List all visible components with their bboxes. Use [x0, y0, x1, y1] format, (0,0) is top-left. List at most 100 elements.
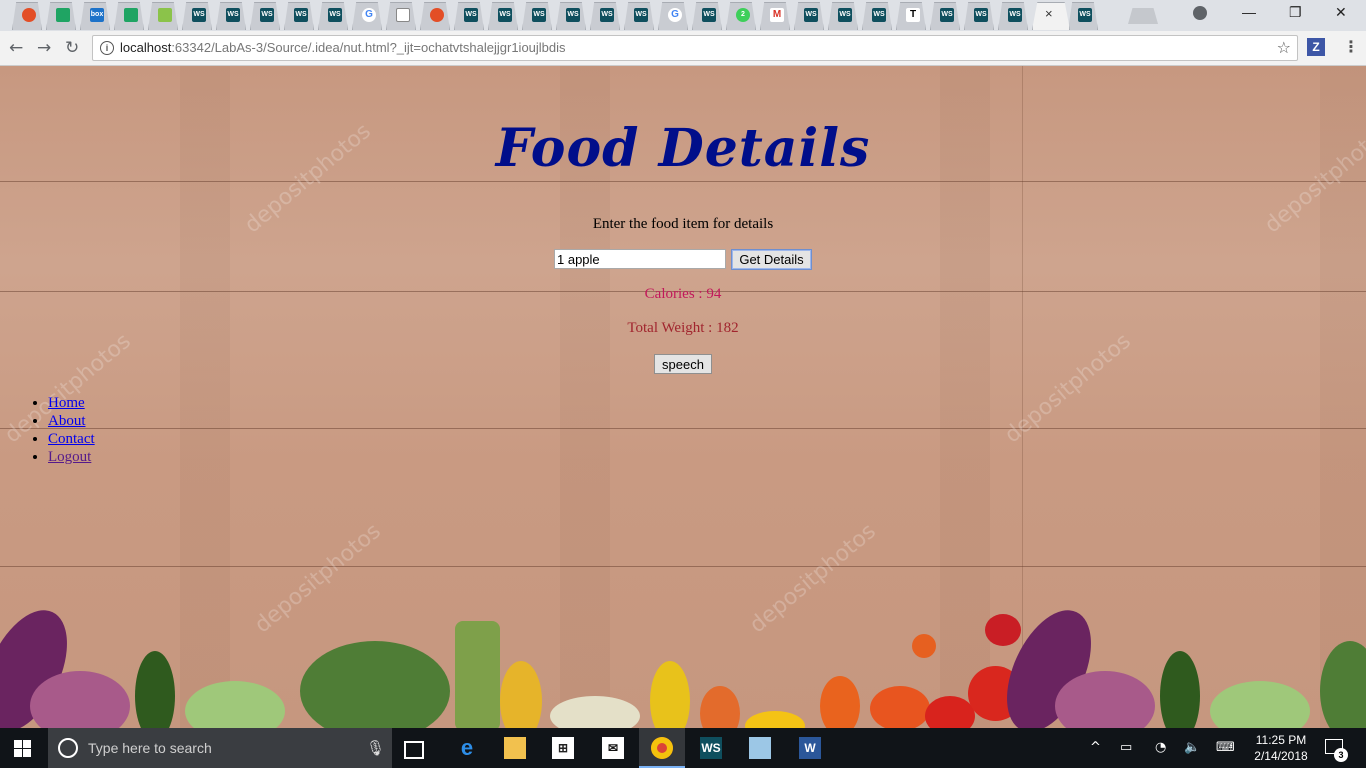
page-title: Food Details [495, 118, 871, 179]
browser-tab[interactable]: WS [454, 2, 484, 30]
url-host: localhost [120, 40, 172, 55]
browser-tab[interactable]: WS [930, 2, 960, 30]
mail-icon[interactable]: ✉ [602, 737, 624, 759]
browser-tab[interactable]: WS [828, 2, 858, 30]
ws-favicon-icon: WS [702, 8, 716, 22]
clock[interactable]: 11:25 PM 2/14/2018 [1246, 732, 1316, 764]
radicchio-shape [1055, 671, 1155, 728]
url-text[interactable]: localhost:63342/LabAs-3/Source/.idea/nut… [120, 40, 566, 55]
red-circle-favicon-icon [22, 8, 36, 22]
tab-close-icon[interactable]: × [1045, 6, 1053, 21]
forward-icon[interactable]: → [37, 38, 51, 58]
google-favicon-icon: G [668, 8, 682, 22]
keyboard-icon[interactable]: ⌨ [1216, 740, 1235, 755]
file-explorer-icon[interactable] [504, 737, 526, 759]
volume-muted-icon[interactable]: 🔈 [1184, 740, 1200, 755]
browser-tab[interactable]: T [896, 2, 926, 30]
tray-up-arrow-icon[interactable]: ^ [1090, 740, 1101, 755]
back-icon[interactable]: ← [9, 38, 23, 58]
page-viewport: depositphotos depositphotos depositphoto… [0, 66, 1366, 728]
browser-tab[interactable]: WS [488, 2, 518, 30]
contact-link[interactable]: Contact [48, 431, 95, 447]
browser-tab[interactable]: WS [182, 2, 212, 30]
url-path: :63342/LabAs-3/Source/.idea/nut.html?_ij… [171, 40, 566, 55]
ws-favicon-icon: WS [192, 8, 206, 22]
logout-link[interactable]: Logout [48, 449, 91, 465]
chrome-icon[interactable] [651, 737, 673, 759]
store-icon[interactable]: ⊞ [552, 737, 574, 759]
browser-tab[interactable] [420, 2, 450, 30]
speech-button[interactable]: speech [654, 354, 712, 374]
wifi-icon[interactable]: ◔ [1155, 740, 1166, 755]
squash-shape [650, 661, 690, 728]
browser-tab[interactable]: WS [998, 2, 1028, 30]
green-favicon-icon: 2 [736, 8, 750, 22]
close-window-icon[interactable]: ✕ [1335, 4, 1347, 21]
browser-tab[interactable]: WS [556, 2, 586, 30]
app-icon[interactable] [749, 737, 771, 759]
browser-tab[interactable]: WS [216, 2, 246, 30]
browser-tab[interactable]: WS [1068, 2, 1098, 30]
browser-tab[interactable]: WS [964, 2, 994, 30]
browser-tab[interactable] [46, 2, 76, 30]
browser-tab[interactable]: WS [318, 2, 348, 30]
food-input[interactable] [554, 249, 726, 269]
restore-icon[interactable]: ❐ [1289, 4, 1302, 21]
microphone-icon[interactable]: 🎙 [366, 739, 385, 757]
clock-date: 2/14/2018 [1254, 749, 1308, 763]
battery-icon[interactable]: ▭ [1120, 740, 1132, 755]
browser-tab[interactable]: 2 [726, 2, 756, 30]
clock-time: 11:25 PM [1255, 733, 1307, 747]
browser-tab[interactable]: G [658, 2, 688, 30]
ws-favicon-icon: WS [532, 8, 546, 22]
about-link[interactable]: About [48, 413, 86, 429]
browser-tab[interactable] [12, 2, 42, 30]
nav-item-contact: Contact [48, 431, 95, 449]
get-details-button[interactable]: Get Details [731, 249, 812, 270]
menu-icon[interactable]: ⋮ [1343, 37, 1359, 56]
google-favicon-icon: G [362, 8, 376, 22]
box-favicon-icon: box [90, 8, 104, 22]
browser-tab[interactable]: WS [590, 2, 620, 30]
plank-line [0, 566, 1366, 567]
browser-tab[interactable]: G [352, 2, 382, 30]
taskbar-search-box[interactable]: Type here to search 🎙 [48, 728, 392, 768]
browser-tab[interactable]: WS [522, 2, 552, 30]
windows-start-icon[interactable] [14, 740, 31, 757]
ws-favicon-icon: WS [1078, 8, 1092, 22]
webstorm-icon[interactable]: WS [700, 737, 722, 759]
task-view-icon[interactable] [404, 741, 424, 759]
browser-tab[interactable] [114, 2, 144, 30]
red-pepper-shape [985, 614, 1021, 646]
browser-tab-active[interactable]: × [1032, 2, 1070, 30]
home-link[interactable]: Home [48, 395, 85, 411]
browser-tab[interactable]: M [760, 2, 790, 30]
extension-z-icon[interactable]: Z [1307, 38, 1325, 56]
lime-favicon-icon [158, 8, 172, 22]
cherry-tomatoes-shape [870, 686, 930, 728]
browser-tab[interactable]: WS [624, 2, 654, 30]
browser-tab[interactable]: WS [794, 2, 824, 30]
bookmark-star-icon[interactable]: ☆ [1277, 38, 1291, 57]
address-bar[interactable]: i localhost:63342/LabAs-3/Source/.idea/n… [92, 35, 1298, 61]
taskbar: Type here to search 🎙 e ⊞ ✉ WS W ^ ▭ ◔ 🔈… [0, 728, 1366, 768]
reload-icon[interactable]: ↻ [65, 38, 79, 58]
radicchio-shape [30, 671, 130, 728]
info-icon[interactable]: i [100, 41, 114, 55]
browser-tab[interactable]: WS [284, 2, 314, 30]
cauliflower-shape [550, 696, 640, 728]
browser-tab[interactable] [148, 2, 178, 30]
minimize-icon[interactable]: — [1242, 4, 1256, 20]
calories-result: Calories : 94 [644, 286, 722, 302]
word-icon[interactable]: W [799, 737, 821, 759]
asparagus-shape [455, 621, 500, 728]
browser-tab[interactable]: WS [250, 2, 280, 30]
browser-tab[interactable]: WS [692, 2, 722, 30]
browser-tab[interactable]: WS [862, 2, 892, 30]
edge-icon[interactable]: e [456, 737, 478, 759]
profile-icon[interactable] [1193, 6, 1207, 20]
browser-tab[interactable]: box [80, 2, 110, 30]
new-tab-button[interactable] [1128, 8, 1158, 24]
corn-shape [500, 661, 542, 728]
browser-tab[interactable] [386, 2, 416, 30]
